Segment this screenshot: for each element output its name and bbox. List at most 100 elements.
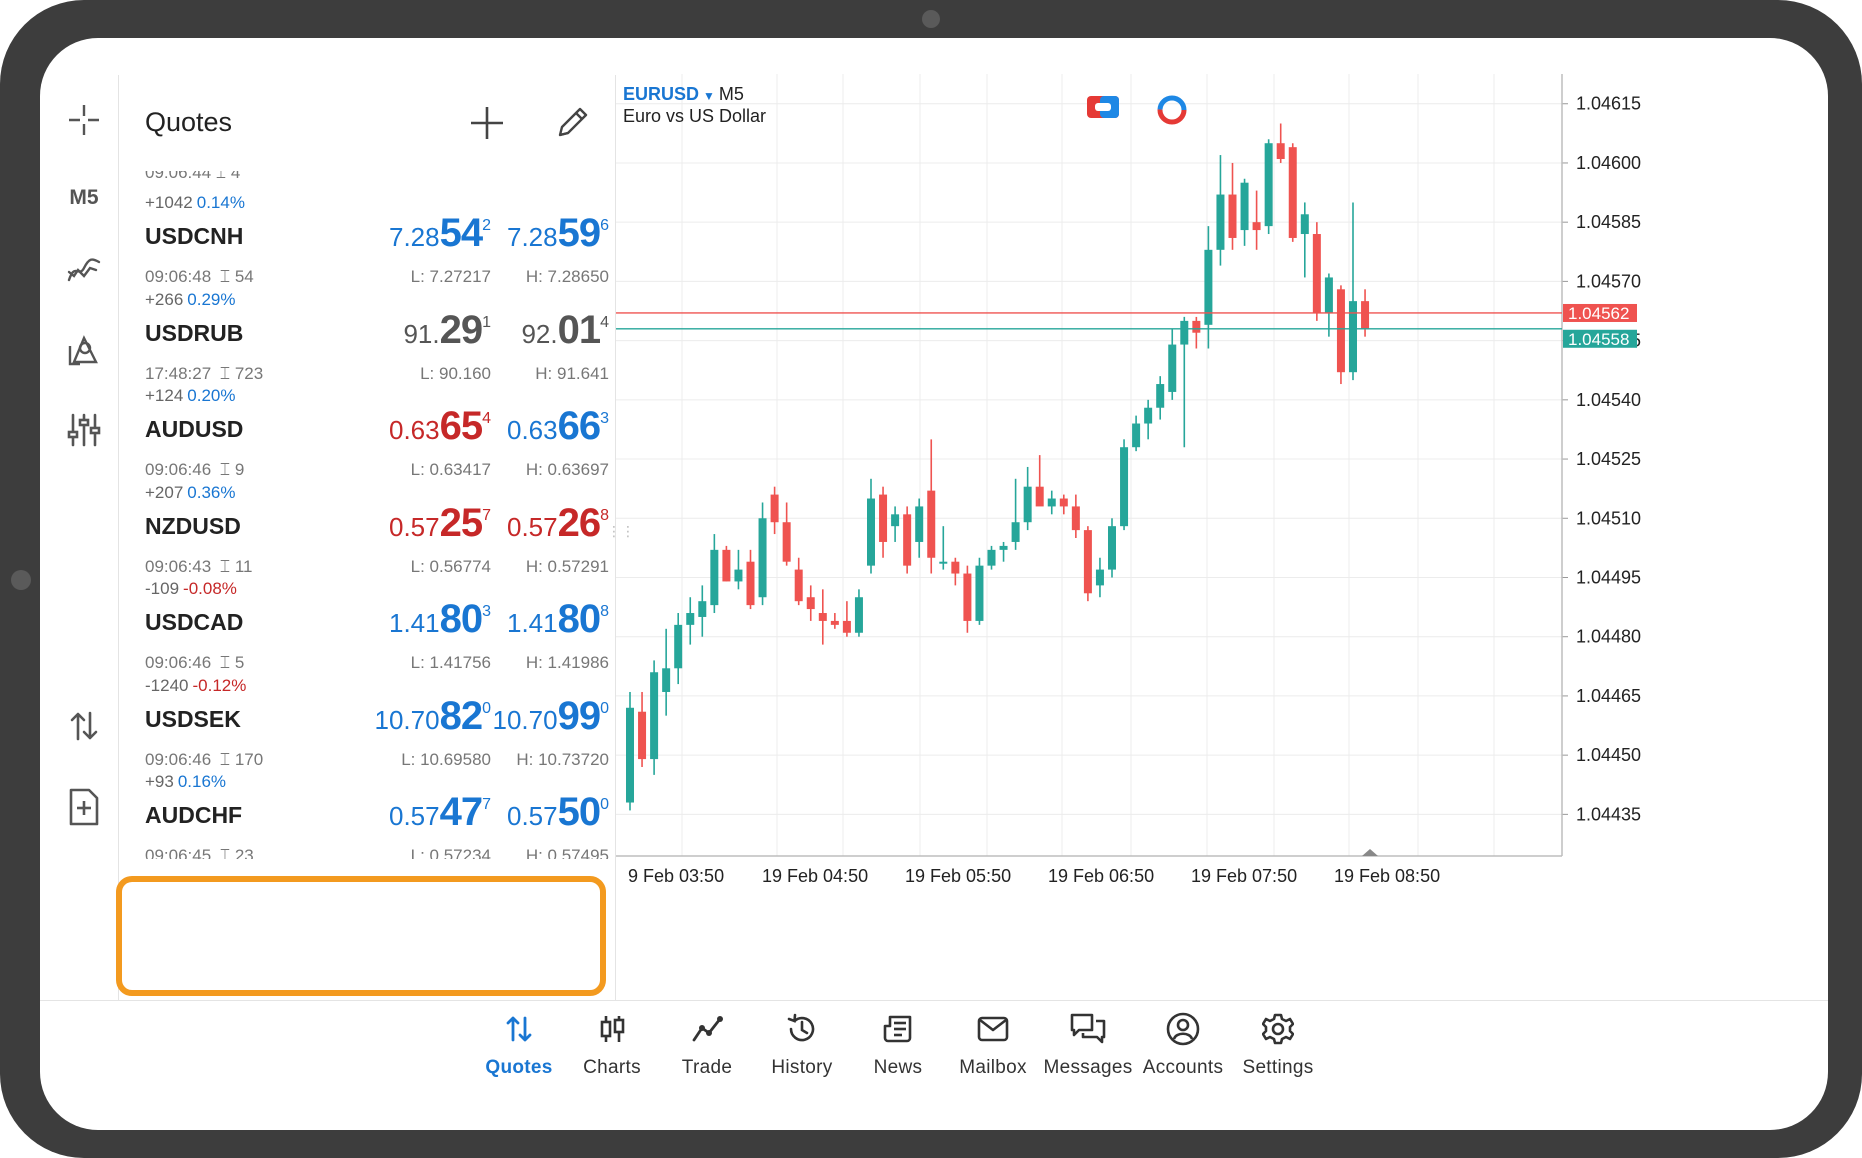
- quotes-title: Quotes: [145, 107, 233, 137]
- y-tick-label: 1.04540: [1576, 390, 1641, 410]
- candle-body: [1011, 522, 1020, 542]
- chart-symbol[interactable]: EURUSD: [623, 84, 699, 104]
- bid-price-label: 1.04558: [1568, 330, 1629, 349]
- trade-arrows-icon[interactable]: [52, 704, 116, 748]
- nav-mailbox[interactable]: Mailbox: [938, 1009, 1048, 1079]
- nav-label: News: [873, 1057, 923, 1078]
- ask-price[interactable]: 0.63663: [507, 404, 609, 449]
- nav-label: Charts: [583, 1057, 641, 1078]
- candle-body: [698, 601, 707, 617]
- ask-price-pips: 26: [557, 500, 601, 545]
- news-icon: [843, 1009, 953, 1049]
- change-points: +207: [145, 482, 184, 502]
- chart-symbol-header[interactable]: EURUSD ▼ M5: [623, 84, 744, 105]
- candle-body: [879, 494, 888, 542]
- camera-dot: [922, 10, 940, 28]
- candle-body: [806, 597, 815, 610]
- nav-label: Settings: [1242, 1057, 1314, 1078]
- bid-price-prefix: 0.63: [388, 415, 440, 445]
- bid-price[interactable]: 10.70820: [375, 694, 491, 739]
- bid-price-pips: 25: [439, 500, 483, 545]
- nav-messages[interactable]: Messages: [1033, 1009, 1143, 1079]
- nav-accounts[interactable]: Accounts: [1128, 1009, 1238, 1079]
- candle-body: [782, 522, 791, 562]
- edit-pencil-icon[interactable]: [556, 105, 590, 144]
- nav-trade[interactable]: Trade: [652, 1009, 762, 1079]
- candle-body: [1132, 423, 1141, 448]
- candle-body: [1216, 194, 1225, 250]
- candle-body: [915, 506, 924, 542]
- nav-settings[interactable]: Settings: [1223, 1009, 1333, 1079]
- candle-body: [758, 518, 767, 598]
- y-tick-label: 1.04615: [1576, 94, 1641, 114]
- bid-price-prefix: 91.: [403, 318, 440, 349]
- candle-body: [891, 514, 900, 527]
- account-icon: [1128, 1009, 1238, 1049]
- spread-icon: ⌶: [215, 846, 235, 859]
- quote-change: +1042 0.14%: [145, 193, 245, 213]
- y-tick-label: 1.04480: [1576, 627, 1641, 647]
- candle-body: [1324, 277, 1333, 313]
- chart-svg[interactable]: 1.04435 1.04450 1.04465 1.04480 1.04495 1.045…: [616, 74, 1784, 986]
- candle-body: [1228, 194, 1237, 238]
- x-tick-label: 19 Feb 08:50: [1334, 866, 1440, 886]
- candle-body: [1108, 526, 1116, 570]
- day-low: L: 0.57234: [410, 846, 491, 859]
- bid-price-pips: 54: [439, 211, 483, 255]
- symbol-name: NZDUSD: [145, 512, 241, 539]
- ask-price[interactable]: 10.70990: [493, 694, 609, 739]
- nav-news[interactable]: News: [843, 1009, 953, 1079]
- add-symbol-icon[interactable]: [469, 105, 505, 146]
- nav-history[interactable]: History: [747, 1009, 857, 1079]
- price-chart[interactable]: 1.04435 1.04450 1.04465 1.04480 1.04495 1.045…: [616, 74, 1784, 986]
- candle-body: [951, 561, 960, 574]
- bid-price[interactable]: 0.57477: [389, 790, 491, 835]
- tablet-frame: M5 Quotes 09:06:44 ⌶ 4 +1042 0.14% USDCN…: [0, 0, 1862, 1158]
- change-points: -109: [145, 579, 180, 598]
- bid-price[interactable]: 0.63654: [389, 404, 491, 449]
- candle-body: [939, 561, 948, 564]
- ask-price-label: 1.04562: [1568, 304, 1629, 323]
- nav-label: Messages: [1043, 1057, 1133, 1078]
- candle-body: [963, 573, 972, 621]
- indicator-icon[interactable]: [52, 248, 116, 292]
- ask-price-pips: 99: [557, 693, 601, 738]
- ask-price[interactable]: 0.57268: [507, 501, 609, 546]
- candle-body: [999, 545, 1008, 550]
- symbol-dropdown-icon[interactable]: ▼: [703, 89, 715, 103]
- candle-body: [662, 668, 671, 692]
- bid-price-pips: 65: [439, 404, 483, 448]
- chart-shift-marker: [1362, 849, 1378, 856]
- spread-value: 23: [234, 846, 254, 859]
- ask-price[interactable]: 0.57500: [507, 790, 609, 835]
- bid-price[interactable]: 7.28542: [389, 211, 491, 256]
- quotes-header: Quotes: [119, 75, 615, 171]
- ask-price-fraction: 8: [600, 506, 609, 524]
- ask-price-pips: 80: [557, 597, 601, 641]
- bid-price[interactable]: 1.41803: [389, 597, 491, 642]
- bid-price-fraction: 1: [482, 313, 491, 331]
- bid-price-fraction: 3: [482, 603, 491, 620]
- new-order-icon[interactable]: [52, 782, 116, 832]
- candle-body: [854, 597, 863, 633]
- ask-price[interactable]: 1.41808: [507, 597, 609, 642]
- bid-price-pips: 47: [439, 790, 483, 834]
- settings-sliders-icon[interactable]: [52, 408, 116, 452]
- candle-body: [794, 569, 803, 602]
- crosshair-icon[interactable]: [52, 100, 116, 140]
- quote-row-audchf[interactable]: +93 0.16% AUDCHF 09:06:45 ⌶ 23 0.57477 0.5750…: [119, 764, 615, 859]
- candle-body: [1023, 486, 1032, 523]
- change-percent: 0.36%: [187, 482, 236, 502]
- objects-icon[interactable]: [52, 328, 116, 372]
- ask-price[interactable]: 92.014: [521, 308, 609, 353]
- ask-price[interactable]: 7.28596: [507, 211, 609, 256]
- bid-price[interactable]: 0.57257: [389, 501, 491, 546]
- timeframe-button[interactable]: M5: [52, 178, 116, 218]
- nav-charts[interactable]: Charts: [557, 1009, 667, 1079]
- history-clock-icon: [747, 1009, 857, 1049]
- y-tick-label: 1.04600: [1576, 153, 1641, 173]
- nav-label: Mailbox: [959, 1057, 1027, 1078]
- bid-price[interactable]: 91.291: [403, 308, 491, 353]
- candle-body: [746, 561, 755, 606]
- symbol-name: AUDUSD: [145, 416, 244, 442]
